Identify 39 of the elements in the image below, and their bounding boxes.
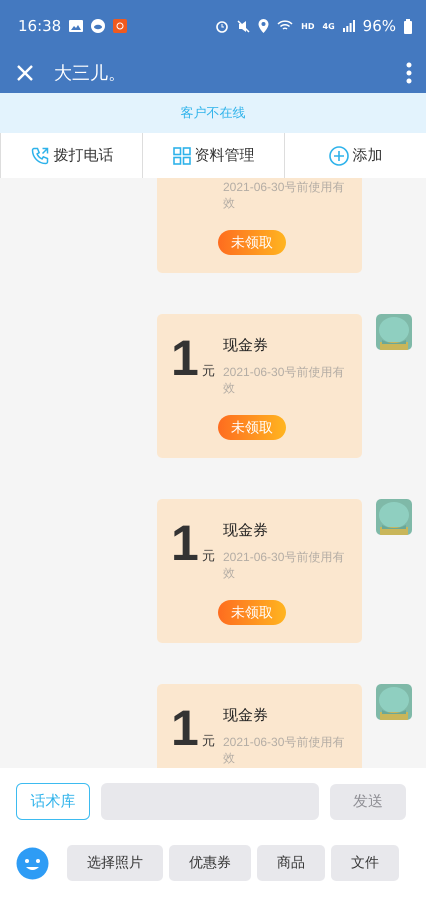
tool-button[interactable]: 商品 bbox=[257, 845, 325, 881]
wifi-icon bbox=[277, 20, 294, 32]
coupon-expiry: 2021-06-30号前使用有效 bbox=[223, 364, 346, 396]
location-icon bbox=[258, 19, 270, 33]
coupon-amount: 1 bbox=[171, 706, 199, 750]
signal-icon bbox=[342, 20, 355, 32]
coupon-unit: 元 bbox=[202, 733, 215, 750]
battery-percent: 96% bbox=[362, 17, 396, 35]
coupon-expiry: 2021-06-30号前使用有效 bbox=[223, 549, 346, 581]
coupon-expiry: 2021-06-30号前使用有效 bbox=[223, 734, 346, 766]
battery-icon bbox=[404, 18, 412, 34]
network-label: HD bbox=[301, 22, 315, 30]
coupon-title: 现金券 bbox=[223, 705, 268, 726]
cloud-icon bbox=[91, 19, 106, 33]
cellular-label: 4G bbox=[322, 22, 335, 30]
offline-notice: 客户不在线 bbox=[180, 105, 246, 122]
tool-button[interactable]: 优惠券 bbox=[169, 845, 251, 881]
mute-icon bbox=[237, 20, 250, 32]
image-icon bbox=[69, 20, 84, 32]
grid-icon bbox=[172, 146, 190, 164]
app-icon bbox=[113, 19, 128, 33]
coupon-unit: 元 bbox=[202, 548, 215, 565]
coupon-amount: 1 bbox=[171, 336, 199, 380]
coupon-title: 现金券 bbox=[223, 520, 268, 541]
close-icon[interactable] bbox=[16, 64, 34, 82]
phone-icon bbox=[30, 146, 50, 166]
tool-button[interactable]: 选择照片 bbox=[67, 845, 163, 881]
coupon-expiry: 2021-06-30号前使用有效 bbox=[223, 179, 346, 211]
more-icon[interactable] bbox=[406, 62, 412, 84]
coupon-title: 现金券 bbox=[223, 335, 268, 356]
status-time: 16:38 bbox=[18, 17, 62, 35]
alarm-icon bbox=[215, 19, 230, 33]
coupon-unit: 元 bbox=[202, 363, 215, 380]
coupon-amount: 1 bbox=[171, 521, 199, 565]
chat-title: 大三儿。 bbox=[54, 62, 127, 84]
emoji-icon[interactable] bbox=[16, 846, 49, 880]
add-icon bbox=[328, 146, 348, 166]
tool-button[interactable]: 文件 bbox=[331, 845, 399, 881]
action-button[interactable]: 拨打电话 bbox=[1, 133, 142, 178]
